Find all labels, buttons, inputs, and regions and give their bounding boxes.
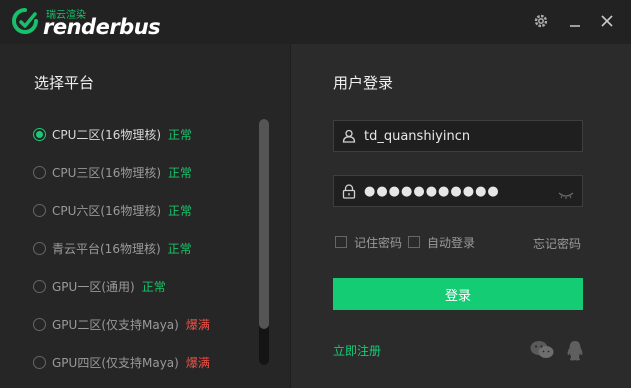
platform-name: CPU二区(16物理核) — [52, 127, 162, 142]
user-icon — [334, 129, 364, 143]
remember-password-label: 记住密码 — [354, 235, 403, 250]
scrollbar-thumb[interactable] — [259, 119, 269, 329]
renderbus-logo-icon — [12, 8, 38, 34]
platform-name: GPU二区(仅支持Maya) — [52, 317, 179, 332]
wechat-login-button[interactable] — [530, 340, 554, 364]
platform-list-scrollbar[interactable] — [259, 119, 269, 365]
auto-login-checkbox[interactable]: 自动登录 — [408, 234, 475, 250]
platform-name: GPU一区(通用) — [52, 279, 135, 294]
wechat-icon — [530, 341, 554, 358]
minimize-icon — [570, 25, 580, 27]
checkbox[interactable] — [335, 236, 347, 248]
password-input[interactable]: ●●●●●●●●●●● — [364, 184, 500, 199]
eye-closed-icon[interactable] — [558, 185, 574, 204]
settings-button[interactable] — [530, 10, 552, 32]
close-icon — [601, 15, 613, 27]
minimize-button[interactable] — [564, 10, 586, 32]
platform-status: 正常 — [141, 279, 166, 294]
radio-button[interactable] — [33, 127, 46, 141]
forgot-password-link[interactable]: 忘记密码 — [533, 235, 581, 252]
radio-button[interactable] — [33, 241, 46, 255]
login-panel: 用户登录 ●●●●●●●●●●● — [290, 44, 631, 388]
platform-option[interactable]: CPU二区(16物理核) 正常 — [33, 124, 192, 144]
platform-status: 爆满 — [185, 355, 210, 370]
platform-option[interactable]: 青云平台(16物理核) 正常 — [33, 238, 192, 258]
login-panel-title: 用户登录 — [333, 74, 394, 92]
platform-name: GPU四区(仅支持Maya) — [52, 355, 179, 370]
platform-status: 正常 — [168, 165, 193, 180]
platform-option[interactable]: GPU二区(仅支持Maya) 爆满 — [33, 314, 210, 334]
qq-icon — [567, 341, 583, 361]
title-bar: 瑞云渲染 renderbus — [0, 0, 631, 44]
radio-button[interactable] — [33, 165, 46, 179]
platform-option[interactable]: CPU三区(16物理核) 正常 — [33, 162, 192, 182]
platform-list[interactable]: CPU二区(16物理核) 正常 CPU三区(16物理核) 正常 CPU六区(16… — [33, 124, 258, 388]
radio-button[interactable] — [33, 317, 46, 331]
radio-button[interactable] — [33, 279, 46, 293]
password-field[interactable]: ●●●●●●●●●●● — [333, 175, 583, 207]
radio-button[interactable] — [33, 203, 46, 217]
username-field[interactable] — [333, 120, 583, 152]
platform-panel: 选择平台 CPU二区(16物理核) 正常 CPU三区(16物理核) 正常 CPU… — [0, 44, 290, 388]
platform-name: 青云平台(16物理核) — [52, 241, 161, 256]
username-input[interactable] — [364, 128, 554, 144]
platform-option[interactable]: GPU四区(仅支持Maya) 爆满 — [33, 352, 210, 372]
gear-icon — [534, 14, 548, 28]
close-button[interactable] — [596, 10, 618, 32]
register-link[interactable]: 立即注册 — [333, 342, 381, 359]
platform-option[interactable]: GPU一区(通用) 正常 — [33, 276, 166, 296]
login-button[interactable]: 登录 — [333, 278, 583, 310]
platform-status: 爆满 — [185, 317, 210, 332]
platform-status: 正常 — [168, 203, 193, 218]
platform-status: 正常 — [168, 127, 193, 142]
platform-status: 正常 — [167, 241, 192, 256]
platform-panel-title: 选择平台 — [34, 74, 95, 92]
qq-login-button[interactable] — [566, 340, 584, 366]
platform-name: CPU六区(16物理核) — [52, 203, 162, 218]
lock-icon — [334, 183, 364, 199]
platform-name: CPU三区(16物理核) — [52, 165, 162, 180]
radio-button[interactable] — [33, 355, 46, 369]
remember-password-checkbox[interactable]: 记住密码 — [335, 234, 402, 250]
auto-login-label: 自动登录 — [427, 235, 476, 250]
platform-option[interactable]: CPU六区(16物理核) 正常 — [33, 200, 192, 220]
checkbox[interactable] — [408, 236, 420, 248]
logo-name: renderbus — [43, 15, 161, 39]
